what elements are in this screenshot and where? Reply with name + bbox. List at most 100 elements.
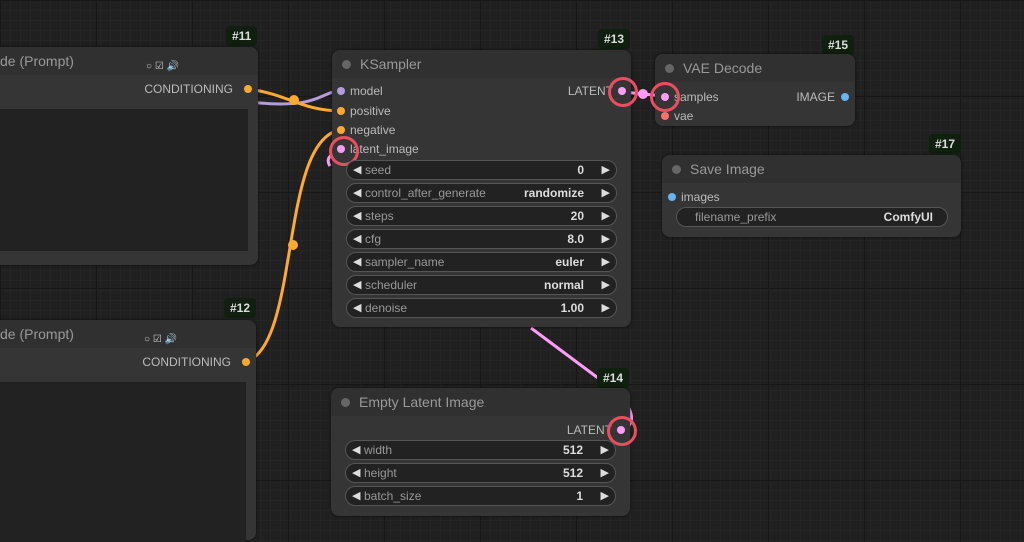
widget-cfg[interactable]: ◀ cfg 8.0 ▶ <box>346 229 617 249</box>
output-latent: LATENT <box>566 423 612 437</box>
clip-text-encode-node-11[interactable]: de (Prompt) ○ ☑ 🔊 CONDITIONING <box>0 47 258 265</box>
node-title: Save Image <box>690 161 765 177</box>
widget-label: steps <box>365 209 394 223</box>
input-negative: negative <box>350 123 396 137</box>
empty-latent-image-node[interactable]: Empty Latent Image LATENT ◀ width 512 ▶ ◀ he… <box>331 388 637 516</box>
widget-label: control_after_generate <box>365 186 486 200</box>
input-slot-dot[interactable] <box>661 112 669 120</box>
collapse-dot[interactable] <box>342 60 351 69</box>
link-midpoint <box>288 240 298 250</box>
widget-label: batch_size <box>364 489 422 503</box>
widget-label: seed <box>365 163 392 177</box>
input-slot-dot[interactable] <box>337 126 345 134</box>
widget-label: denoise <box>365 301 408 315</box>
widget-height[interactable]: ◀ height 512 ▶ <box>345 463 616 483</box>
collapse-dot[interactable] <box>672 165 681 174</box>
output-slot-dot[interactable] <box>244 85 252 93</box>
decrement-arrow[interactable]: ◀ <box>353 209 361 222</box>
input-model: model <box>350 84 383 98</box>
increment-arrow[interactable]: ▶ <box>602 278 610 291</box>
node-title: Empty Latent Image <box>359 394 485 410</box>
widget-filename-prefix[interactable]: filename_prefix ComfyUI <box>676 207 948 227</box>
output-latent: LATENT <box>567 84 613 98</box>
widget-value: randomize <box>523 186 584 200</box>
decrement-arrow[interactable]: ◀ <box>353 186 361 199</box>
clip-text-encode-node-12[interactable]: de (Prompt) ○ ☑ 🔊 CONDITIONING <box>0 320 256 542</box>
widget-label: scheduler <box>365 278 418 292</box>
widget-steps[interactable]: ◀ steps 20 ▶ <box>346 206 617 226</box>
node-id-badge: #11 <box>226 26 258 46</box>
widget-sampler-name[interactable]: ◀ sampler_name euler ▶ <box>346 252 617 272</box>
link-midpoint <box>638 89 648 99</box>
ksampler-node[interactable]: KSampler model positive negative latent_… <box>329 50 638 327</box>
widget-seed[interactable]: ◀ seed 0 ▶ <box>346 160 617 180</box>
collapse-dot[interactable] <box>665 64 674 73</box>
increment-arrow[interactable]: ▶ <box>602 163 610 176</box>
decrement-arrow[interactable]: ◀ <box>353 163 361 176</box>
increment-arrow[interactable]: ▶ <box>602 186 610 199</box>
vae-decode-node[interactable]: VAE Decode samples vae IMAGE <box>650 54 855 126</box>
node-title: VAE Decode <box>683 60 763 76</box>
node-id-badge: #14 <box>597 368 630 388</box>
widget-control-after-generate[interactable]: ◀ control_after_generate randomize ▶ <box>346 183 617 203</box>
input-slot-dot[interactable] <box>337 107 345 115</box>
input-images: images <box>681 190 720 204</box>
decrement-arrow[interactable]: ◀ <box>353 278 361 291</box>
increment-arrow[interactable]: ▶ <box>602 255 610 268</box>
node-header: Empty Latent Image <box>331 388 630 416</box>
node-title: de (Prompt) <box>0 47 258 75</box>
output-slot-dot[interactable] <box>841 93 849 101</box>
node-canvas[interactable]: #11 de (Prompt) ○ ☑ 🔊 CONDITIONING #12 d… <box>0 0 1024 542</box>
increment-arrow[interactable]: ▶ <box>601 489 609 502</box>
widget-label: filename_prefix <box>695 210 777 224</box>
increment-arrow[interactable]: ▶ <box>601 466 609 479</box>
link-negative <box>247 128 341 363</box>
widget-value: 1.00 <box>560 301 584 315</box>
widget-value: 8.0 <box>567 232 584 246</box>
prompt-textarea[interactable] <box>0 109 248 251</box>
widget-value: euler <box>555 255 584 269</box>
node-id-badge: #12 <box>224 298 257 318</box>
decrement-arrow[interactable]: ◀ <box>352 466 360 479</box>
decrement-arrow[interactable]: ◀ <box>352 443 360 456</box>
widget-value: 20 <box>570 209 584 223</box>
widget-value: ComfyUI <box>883 210 933 224</box>
input-vae: vae <box>674 109 694 123</box>
output-slot-dot[interactable] <box>242 358 250 366</box>
node-header: VAE Decode <box>655 54 855 82</box>
node-toggle-icons[interactable]: ○ ☑ 🔊 <box>144 334 177 345</box>
input-samples: samples <box>674 90 719 104</box>
link-midpoint <box>289 95 299 105</box>
node-toggle-icons[interactable]: ○ ☑ 🔊 <box>146 61 179 72</box>
increment-arrow[interactable]: ▶ <box>602 232 610 245</box>
decrement-arrow[interactable]: ◀ <box>353 232 361 245</box>
link-positive <box>248 87 341 113</box>
increment-arrow[interactable]: ▶ <box>602 209 610 222</box>
input-slot-dot[interactable] <box>337 87 345 95</box>
widget-label: cfg <box>365 232 382 246</box>
save-image-node[interactable]: Save Image images filename_prefix ComfyUI <box>662 155 961 237</box>
widget-scheduler[interactable]: ◀ scheduler normal ▶ <box>346 275 617 295</box>
decrement-arrow[interactable]: ◀ <box>353 255 361 268</box>
widget-label: width <box>364 443 393 457</box>
prompt-textarea[interactable] <box>0 382 246 542</box>
widget-label: sampler_name <box>365 255 445 269</box>
increment-arrow[interactable]: ▶ <box>602 301 610 314</box>
widget-denoise[interactable]: ◀ denoise 1.00 ▶ <box>346 298 617 318</box>
widget-value: 0 <box>577 163 584 177</box>
collapse-dot[interactable] <box>341 398 350 407</box>
increment-arrow[interactable]: ▶ <box>601 443 609 456</box>
widget-value: 512 <box>562 466 583 480</box>
decrement-arrow[interactable]: ◀ <box>353 301 361 314</box>
widget-width[interactable]: ◀ width 512 ▶ <box>345 440 616 460</box>
widget-batch-size[interactable]: ◀ batch_size 1 ▶ <box>345 486 616 506</box>
widget-label: height <box>364 466 397 480</box>
input-slot-dot[interactable] <box>668 193 676 201</box>
highlight-ring <box>608 77 638 107</box>
node-title: de (Prompt) <box>0 320 256 348</box>
decrement-arrow[interactable]: ◀ <box>352 489 360 502</box>
output-conditioning: CONDITIONING <box>144 82 233 96</box>
widget-value: normal <box>543 278 584 292</box>
node-id-badge: #17 <box>929 134 962 154</box>
node-header: KSampler <box>332 50 631 78</box>
